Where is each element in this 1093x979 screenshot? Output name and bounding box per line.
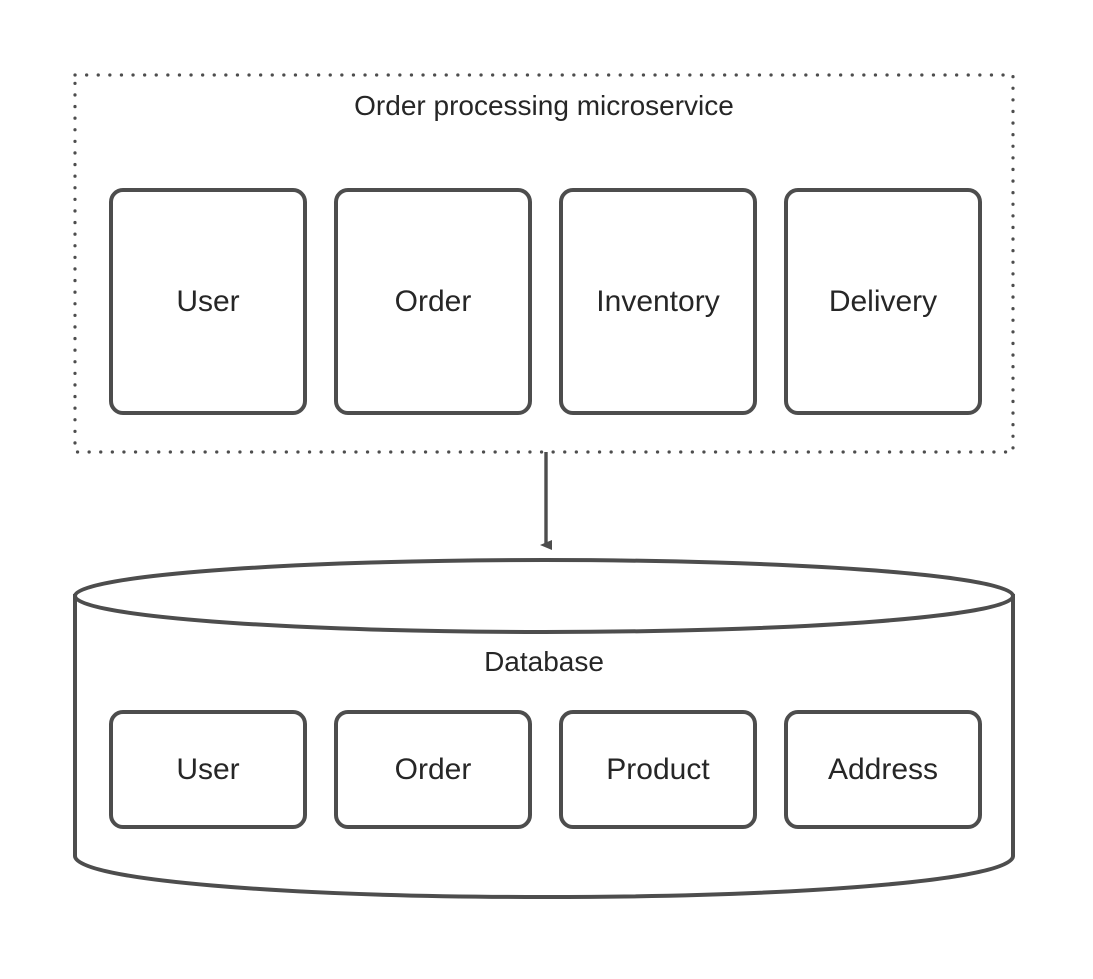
service-node-user[interactable] bbox=[111, 190, 305, 413]
database-node-user[interactable] bbox=[111, 712, 305, 827]
service-node-order[interactable] bbox=[336, 190, 530, 413]
database-node-order[interactable] bbox=[336, 712, 530, 827]
diagram-canvas: Order processing microservice User Order… bbox=[0, 0, 1093, 979]
diagram-vector-layer bbox=[73, 73, 1015, 900]
service-node-inventory[interactable] bbox=[561, 190, 755, 413]
service-node-delivery[interactable] bbox=[786, 190, 980, 413]
database-cylinder-top bbox=[73, 558, 1015, 634]
database-node-product[interactable] bbox=[561, 712, 755, 827]
database-node-address[interactable] bbox=[786, 712, 980, 827]
